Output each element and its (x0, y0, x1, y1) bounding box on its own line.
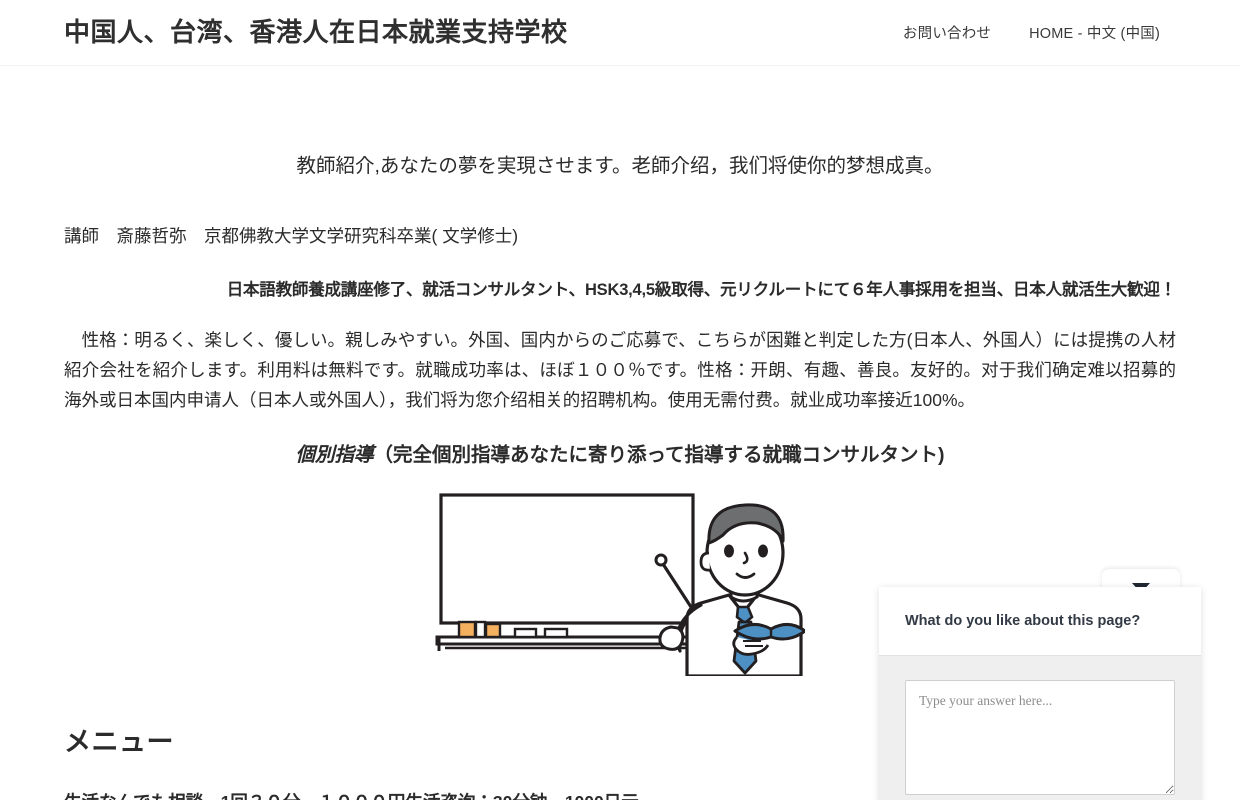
lecturer-credentials-line: 講師 斎藤哲弥 京都佛教大学文学研究科卒業( 文学修士) (64, 226, 519, 247)
private-tutoring-heading-rest: （完全個別指導あなたに寄り添って指導する就職コンサルタント) (373, 443, 945, 466)
nav-link-contact[interactable]: お問い合わせ (903, 22, 991, 43)
lead-heading: 教師紹介,あなたの夢を実現させます。老師介绍，我们将使你的梦想成真。 (296, 155, 944, 177)
bio-paragraph: 性格：明るく、楽しく、優しい。親しみやすい。外国、国内からのご応募で、こちらが困… (64, 330, 1176, 411)
main-navigation: お問い合わせ HOME - 中文 (中国) (903, 22, 1160, 43)
feedback-body: 0 / 400 (879, 655, 1201, 800)
page-main: 教師紹介,あなたの夢を実現させます。老師介绍，我们将使你的梦想成真。 講師 斎藤… (0, 152, 1240, 800)
private-tutoring-heading: 個別指導（完全個別指導あなたに寄り添って指導する就職コンサルタント) (64, 442, 1176, 469)
site-header: 中国人、台湾、香港人在日本就業支持学校 お問い合わせ HOME - 中文 (中国… (0, 0, 1240, 66)
feedback-character-counter: 0 / 400 (905, 795, 1175, 800)
feedback-question-text: What do you like about this page? (905, 613, 1141, 629)
nav-link-home-chinese[interactable]: HOME - 中文 (中国) (1029, 22, 1160, 43)
feedback-panel: What do you like about this page? 0 / 40… (879, 587, 1201, 800)
feedback-question-bar: What do you like about this page? (879, 587, 1201, 656)
feedback-answer-input[interactable] (905, 679, 1175, 795)
teacher-whiteboard-icon (435, 493, 805, 676)
private-tutoring-heading-emphasis: 個別指導 (295, 443, 374, 466)
qualification-line: 日本語教師養成講座修了、就活コンサルタント、HSK3,4,5級取得、元リクルート… (226, 280, 1177, 299)
page-title: 中国人、台湾、香港人在日本就業支持学校 (64, 17, 568, 48)
